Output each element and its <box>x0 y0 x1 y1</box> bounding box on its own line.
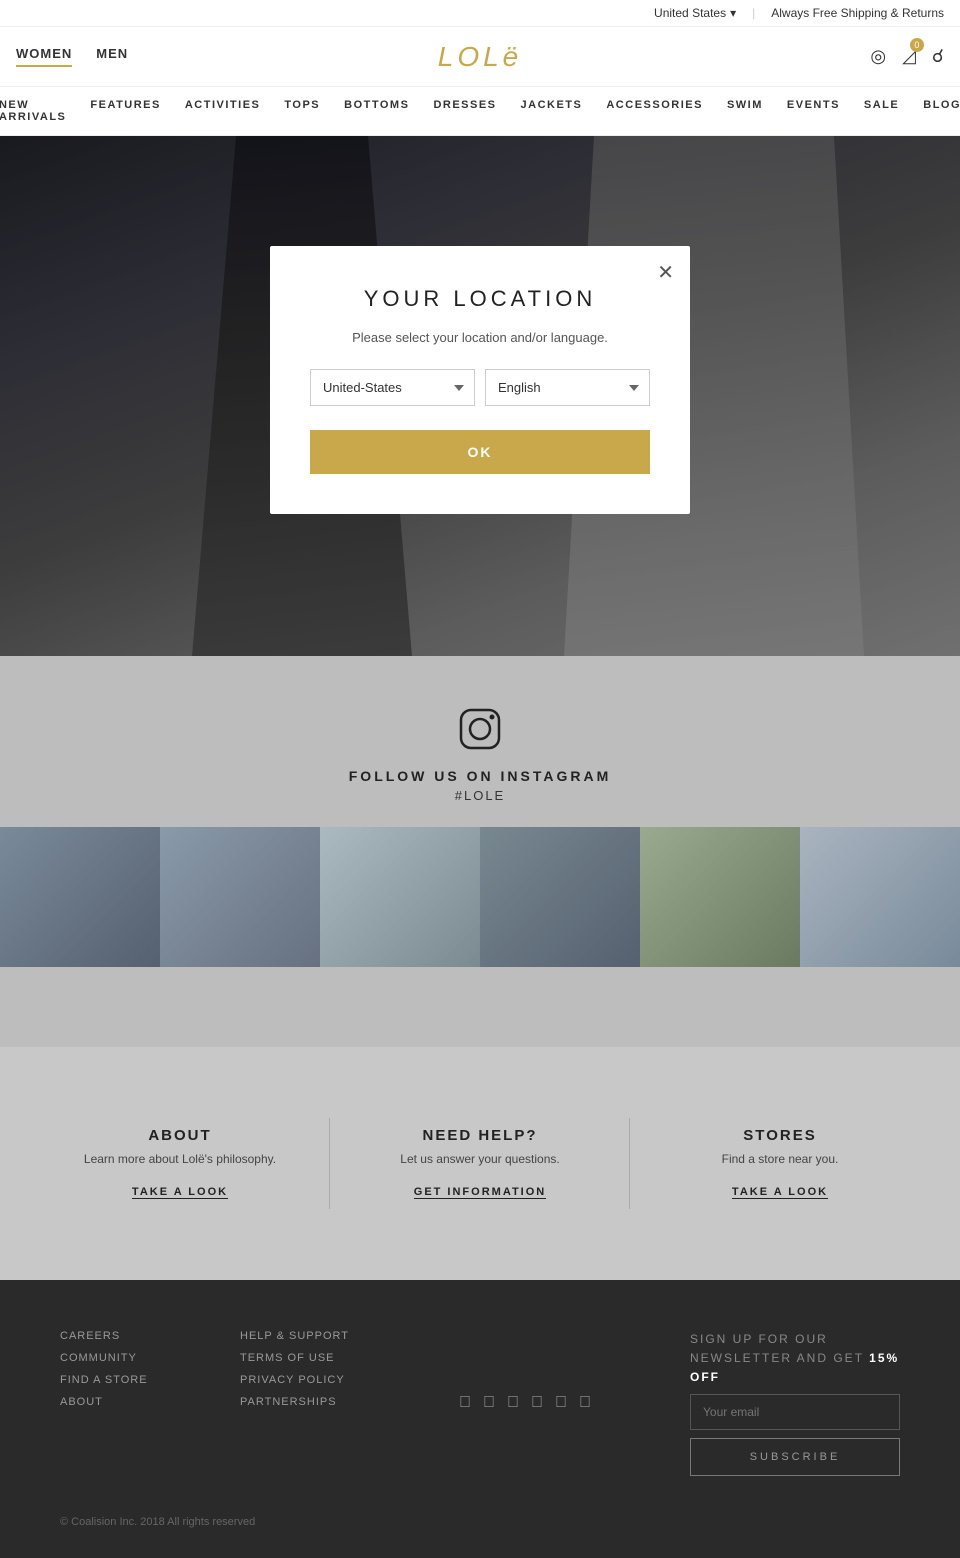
instagram-icon[interactable] <box>455 704 505 754</box>
language-select[interactable]: English Français Deutsch Español <box>485 369 650 406</box>
nav-blog[interactable]: BLOG <box>923 99 960 123</box>
newsletter-title-plain: SIGN UP FOR OUR NEWSLETTER AND GET <box>690 1332 869 1365</box>
instagram-grid <box>0 827 960 967</box>
footer-link-about[interactable]: ABOUT <box>60 1396 180 1408</box>
location-selector[interactable]: United States ▾ <box>654 6 736 20</box>
google-plus-icon[interactable]:  <box>507 1394 519 1412</box>
location-label: United States <box>654 6 726 20</box>
info-about-title: ABOUT <box>70 1127 290 1144</box>
info-block-help: NEED HELP? Let us answer your questions.… <box>330 1107 630 1220</box>
nav-women[interactable]: WOMEN <box>16 46 72 67</box>
info-help-title: NEED HELP? <box>370 1127 590 1144</box>
footer-col-1: CAREERS COMMUNITY FIND A STORE ABOUT <box>60 1330 180 1476</box>
shipping-label: Always Free Shipping & Returns <box>771 6 944 20</box>
modal-title: YOUR LOCATION <box>310 286 650 312</box>
info-about-link[interactable]: TAKE A LOOK <box>132 1186 228 1199</box>
header-icons: ◎ ◿ 0 ☌ <box>870 46 944 67</box>
hero-section: L ✕ YOUR LOCATION Please select your loc… <box>0 136 960 656</box>
footer-copyright: © Coalision Inc. 2018 All rights reserve… <box>60 1516 900 1528</box>
gender-nav: WOMEN MEN <box>16 46 128 67</box>
footer-link-partnerships[interactable]: PARTNERSHIPS <box>240 1396 360 1408</box>
facebook-icon[interactable]:  <box>459 1394 471 1412</box>
instagram-hashtag: #LOLE <box>0 788 960 803</box>
info-help-link[interactable]: GET INFORMATION <box>414 1186 546 1199</box>
nav-events[interactable]: EVENTS <box>787 99 840 123</box>
header: WOMEN MEN LOLë ◎ ◿ 0 ☌ <box>0 27 960 87</box>
modal-ok-button[interactable]: OK <box>310 430 650 474</box>
info-help-desc: Let us answer your questions. <box>370 1152 590 1166</box>
instagram-grid-item-6[interactable] <box>800 827 960 967</box>
modal-close-button[interactable]: ✕ <box>657 260 674 285</box>
nav-sale[interactable]: SALE <box>864 99 899 123</box>
logo[interactable]: LOLë <box>438 41 523 73</box>
info-block-stores: STORES Find a store near you. TAKE A LOO… <box>630 1107 930 1220</box>
newsletter-email-input[interactable] <box>690 1394 900 1430</box>
logo-text: LOLë <box>438 41 523 72</box>
nav-jackets[interactable]: JACKETS <box>521 99 583 123</box>
nav-swim[interactable]: SWIM <box>727 99 763 123</box>
country-select[interactable]: United-States Canada France Germany Unit… <box>310 369 475 406</box>
info-stores-desc: Find a store near you. <box>670 1152 890 1166</box>
cart-count: 0 <box>910 38 924 52</box>
nav-men[interactable]: MEN <box>96 46 128 67</box>
top-bar: United States ▾ | Always Free Shipping &… <box>0 0 960 27</box>
newsletter-subscribe-button[interactable]: SUBSCRIBE <box>690 1438 900 1476</box>
instagram-section: FOLLOW US ON INSTAGRAM #LOLE <box>0 656 960 967</box>
location-modal: ✕ YOUR LOCATION Please select your locat… <box>270 246 690 514</box>
footer-social:       <box>420 1330 630 1476</box>
twitter-icon[interactable]:  <box>483 1394 495 1412</box>
footer-link-privacy[interactable]: PRIVACY POLICY <box>240 1374 360 1386</box>
instagram-label-text: FOLLOW US ON INSTAGRAM <box>349 768 612 784</box>
modal-overlay: ✕ YOUR LOCATION Please select your locat… <box>0 136 960 656</box>
nav-accessories[interactable]: ACCESSORIES <box>606 99 703 123</box>
nav-tops[interactable]: TOPS <box>284 99 320 123</box>
footer-top: CAREERS COMMUNITY FIND A STORE ABOUT HEL… <box>60 1330 900 1476</box>
footer-link-find-store[interactable]: FIND A STORE <box>60 1374 180 1386</box>
youtube-icon[interactable]:  <box>555 1394 567 1412</box>
instagram-grid-item-2[interactable] <box>160 827 320 967</box>
footer-newsletter: SIGN UP FOR OUR NEWSLETTER AND GET 15% O… <box>690 1330 900 1476</box>
newsletter-title: SIGN UP FOR OUR NEWSLETTER AND GET 15% O… <box>690 1330 900 1388</box>
nav-new-arrivals[interactable]: NEW ARRIVALS <box>0 99 66 123</box>
footer-link-terms[interactable]: TERMS OF USE <box>240 1352 360 1364</box>
search-icon[interactable]: ☌ <box>932 46 944 67</box>
instagram-grid-item-3[interactable] <box>320 827 480 967</box>
footer-link-community[interactable]: COMMUNITY <box>60 1352 180 1364</box>
instagram-icon[interactable]:  <box>531 1394 543 1412</box>
footer: CAREERS COMMUNITY FIND A STORE ABOUT HEL… <box>0 1280 960 1558</box>
info-section: ABOUT Learn more about Lolë's philosophy… <box>0 1047 960 1280</box>
nav-bottoms[interactable]: BOTTOMS <box>344 99 409 123</box>
nav-features[interactable]: FEATURES <box>90 99 160 123</box>
chevron-down-icon: ▾ <box>730 6 736 20</box>
pinterest-icon[interactable]:  <box>579 1394 591 1412</box>
top-bar-divider: | <box>752 6 755 20</box>
account-icon[interactable]: ◎ <box>870 46 886 67</box>
instagram-grid-item-5[interactable] <box>640 827 800 967</box>
cart-icon[interactable]: ◿ 0 <box>902 46 916 67</box>
instagram-grid-item-4[interactable] <box>480 827 640 967</box>
instagram-spacer <box>0 967 960 1047</box>
info-block-about: ABOUT Learn more about Lolë's philosophy… <box>30 1107 330 1220</box>
instagram-label: FOLLOW US ON INSTAGRAM <box>0 768 960 784</box>
footer-link-careers[interactable]: CAREERS <box>60 1330 180 1342</box>
modal-subtitle: Please select your location and/or langu… <box>310 330 650 345</box>
info-stores-title: STORES <box>670 1127 890 1144</box>
instagram-grid-item-1[interactable] <box>0 827 160 967</box>
modal-selects: United-States Canada France Germany Unit… <box>310 369 650 406</box>
nav-dresses[interactable]: DRESSES <box>433 99 496 123</box>
nav-activities[interactable]: ACTIVITIES <box>185 99 261 123</box>
main-nav: NEW ARRIVALS FEATURES ACTIVITIES TOPS BO… <box>0 87 960 136</box>
info-about-desc: Learn more about Lolë's philosophy. <box>70 1152 290 1166</box>
footer-col-2: HELP & SUPPORT TERMS OF USE PRIVACY POLI… <box>240 1330 360 1476</box>
info-stores-link[interactable]: TAKE A LOOK <box>732 1186 828 1199</box>
footer-link-help[interactable]: HELP & SUPPORT <box>240 1330 360 1342</box>
